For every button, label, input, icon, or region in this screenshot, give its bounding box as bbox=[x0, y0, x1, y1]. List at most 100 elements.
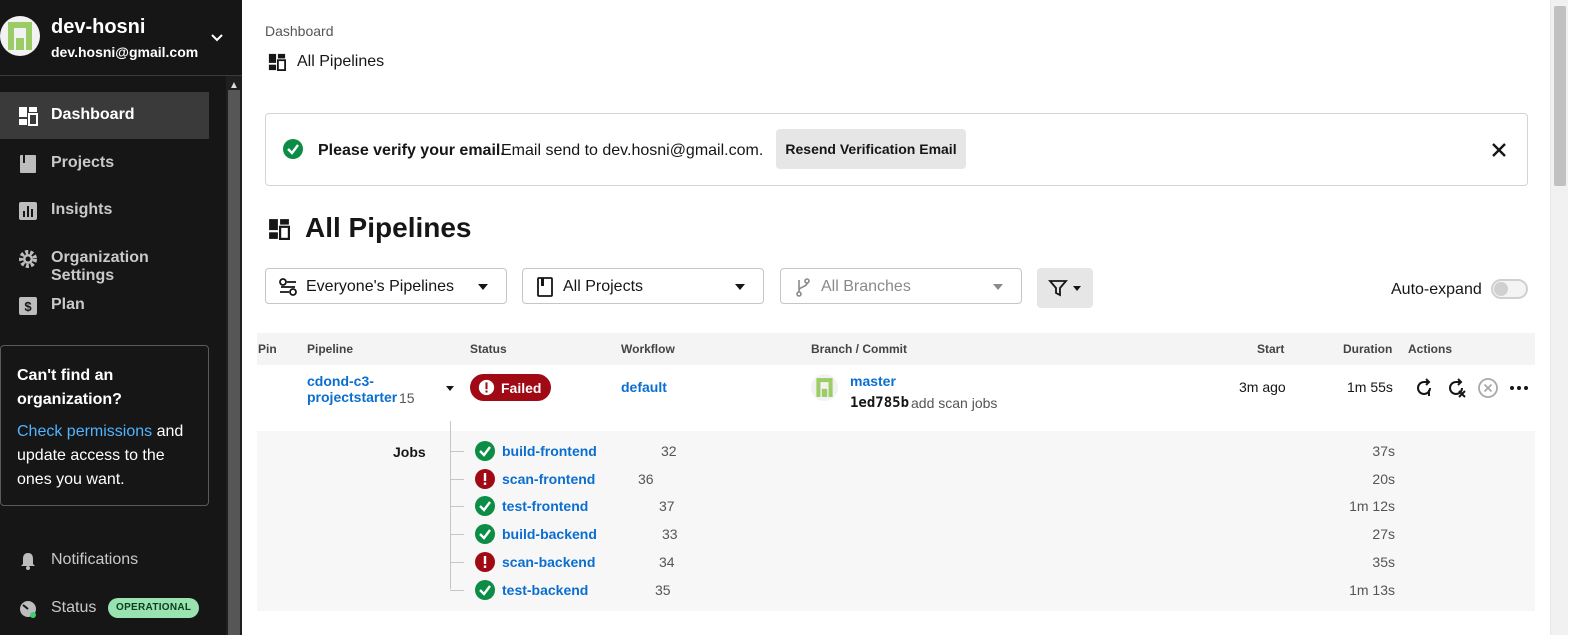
chevron-down-icon bbox=[993, 284, 1003, 290]
status-item[interactable]: Status OPERATIONAL bbox=[0, 594, 226, 624]
filter-icon bbox=[1048, 280, 1068, 297]
tree-branch-line bbox=[450, 478, 464, 480]
start-time: 3m ago bbox=[1239, 379, 1286, 395]
job-link[interactable]: test-frontend bbox=[502, 498, 588, 514]
job-duration: 37s bbox=[1372, 443, 1395, 459]
user-name: dev-hosni bbox=[51, 16, 146, 38]
filter-button[interactable] bbox=[1037, 268, 1093, 308]
sidebar-item-label: Plan bbox=[51, 296, 85, 313]
banner-bold-text: Please verify your email. bbox=[318, 142, 505, 159]
page-subtitle-label: All Pipelines bbox=[297, 53, 385, 70]
status-badge[interactable]: Failed bbox=[470, 374, 551, 401]
job-row: scan-frontend 36 20s bbox=[450, 466, 1535, 493]
sidebar-scrollbar[interactable]: ▲ bbox=[226, 76, 242, 635]
rerun-icon[interactable] bbox=[1413, 377, 1435, 399]
workflow-link[interactable]: default bbox=[621, 379, 667, 395]
chevron-down-icon[interactable] bbox=[208, 28, 226, 46]
notifications-label: Notifications bbox=[51, 551, 139, 568]
tree-branch-line bbox=[450, 506, 464, 508]
dollar-icon: $ bbox=[19, 297, 37, 315]
page-scrollbar[interactable] bbox=[1550, 0, 1568, 635]
alert-circle-icon bbox=[475, 551, 495, 572]
job-row: build-backend 33 27s bbox=[450, 521, 1535, 548]
dashboard-icon bbox=[268, 53, 286, 71]
branches-select-label: All Branches bbox=[821, 278, 911, 295]
check-circle-icon bbox=[283, 139, 303, 159]
page-scroll-thumb[interactable] bbox=[1554, 6, 1566, 186]
sidebar: dev-hosni dev.hosni@gmail.com Dashboard … bbox=[0, 0, 242, 635]
job-duration: 27s bbox=[1372, 526, 1395, 543]
status-badge: OPERATIONAL bbox=[108, 598, 200, 618]
check-permissions-link[interactable]: Check permissions bbox=[17, 423, 152, 440]
sidebar-item-label: Organization Settings bbox=[51, 249, 149, 284]
status-text: Failed bbox=[501, 380, 542, 396]
branch-icon bbox=[796, 278, 810, 297]
sidebar-item-plan[interactable]: $ Plan bbox=[0, 282, 209, 329]
projects-select[interactable]: All Projects bbox=[522, 268, 764, 304]
jobs-panel: Jobs build-frontend 32 37s scan-frontend 36 2… bbox=[257, 421, 1535, 611]
gear-icon bbox=[19, 250, 37, 268]
job-link[interactable]: scan-backend bbox=[502, 554, 595, 570]
dashboard-icon bbox=[269, 219, 290, 240]
bell-icon bbox=[21, 553, 35, 570]
job-number: 37 bbox=[659, 498, 675, 515]
notifications-item[interactable]: Notifications bbox=[0, 546, 226, 576]
sidebar-item-projects[interactable]: Projects bbox=[0, 140, 209, 187]
user-header[interactable]: dev-hosni dev.hosni@gmail.com bbox=[0, 0, 242, 76]
job-number: 32 bbox=[661, 443, 677, 459]
check-circle-icon bbox=[475, 524, 495, 545]
branches-select[interactable]: All Branches bbox=[780, 268, 1022, 304]
cancel-icon[interactable] bbox=[1477, 377, 1499, 399]
projects-select-label: All Projects bbox=[563, 278, 644, 295]
col-workflow: Workflow bbox=[621, 342, 675, 356]
expand-toggle-icon[interactable] bbox=[446, 386, 454, 391]
job-link[interactable]: build-frontend bbox=[502, 443, 597, 459]
resend-verification-button[interactable]: Resend Verification Email bbox=[776, 129, 966, 169]
sidebar-item-organization-settings[interactable]: Organization Settings bbox=[0, 235, 209, 284]
check-circle-icon bbox=[475, 496, 495, 517]
job-row: scan-backend 34 35s bbox=[450, 549, 1535, 576]
sidebar-item-label: Dashboard bbox=[51, 106, 135, 123]
sidebar-item-insights[interactable]: Insights bbox=[0, 187, 209, 234]
job-row: test-frontend 37 1m 12s bbox=[450, 493, 1535, 520]
svg-text:$: $ bbox=[24, 299, 32, 314]
pipelines-select-label: Everyone's Pipelines bbox=[306, 278, 455, 295]
auto-expand-toggle[interactable] bbox=[1491, 279, 1528, 299]
sidebar-item-dashboard[interactable]: Dashboard bbox=[0, 92, 209, 139]
branch-link[interactable]: master bbox=[850, 373, 896, 389]
book-icon bbox=[537, 277, 553, 297]
sidebar-scroll-thumb[interactable] bbox=[228, 90, 240, 635]
commit-author-avatar bbox=[811, 374, 838, 401]
col-duration: Duration bbox=[1343, 342, 1393, 356]
more-icon[interactable] bbox=[1508, 377, 1530, 399]
commit-message: add scan jobs bbox=[911, 395, 998, 411]
banner-message: Email send to dev.hosni@gmail.com. bbox=[501, 142, 764, 159]
check-circle-icon bbox=[475, 579, 495, 600]
alert-circle-icon bbox=[475, 468, 495, 489]
chevron-down-icon bbox=[735, 284, 745, 290]
col-pin: Pin bbox=[258, 342, 277, 356]
check-circle-icon bbox=[475, 441, 495, 461]
job-link[interactable]: build-backend bbox=[502, 526, 597, 542]
sidebar-item-label: Insights bbox=[51, 201, 113, 218]
pipeline-number: 15 bbox=[399, 390, 415, 406]
tree-branch-line bbox=[450, 534, 464, 536]
job-link[interactable]: test-backend bbox=[502, 582, 588, 598]
pipelines-select[interactable]: Everyone's Pipelines bbox=[265, 268, 507, 304]
rerun-failed-icon[interactable] bbox=[1445, 377, 1467, 399]
breadcrumb[interactable]: Dashboard bbox=[265, 23, 334, 39]
book-icon bbox=[20, 155, 36, 173]
main-content: Dashboard All Pipelines Please verify yo… bbox=[242, 0, 1568, 635]
duration: 1m 55s bbox=[1347, 379, 1393, 395]
tree-branch-line bbox=[450, 561, 464, 563]
job-number: 36 bbox=[638, 470, 654, 487]
job-link[interactable]: scan-frontend bbox=[502, 471, 595, 487]
toggle-knob bbox=[1494, 282, 1508, 296]
commit-sha[interactable]: 1ed785b bbox=[850, 395, 909, 411]
chevron-down-icon bbox=[478, 284, 488, 290]
bar-chart-icon bbox=[19, 202, 37, 220]
table-header: Pin Pipeline Status Workflow Branch / Co… bbox=[257, 333, 1535, 365]
col-branch-commit: Branch / Commit bbox=[811, 342, 908, 356]
status-label: Status bbox=[51, 599, 97, 616]
close-icon[interactable] bbox=[1489, 140, 1509, 160]
